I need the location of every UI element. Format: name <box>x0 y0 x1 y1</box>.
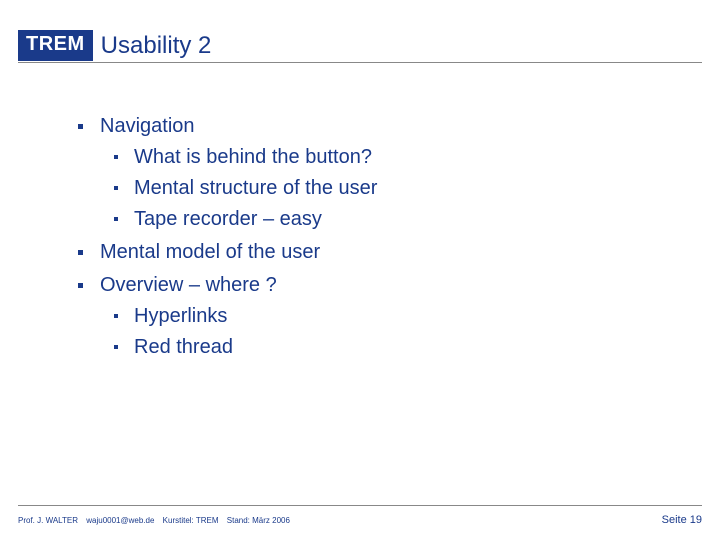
sub-list: Hyperlinks Red thread <box>100 302 660 362</box>
bullet-list: Navigation What is behind the button? Me… <box>70 112 660 362</box>
slide-title: Usability 2 <box>101 32 212 60</box>
footer-author: Prof. J. WALTER <box>18 516 78 525</box>
bullet-text: Hyperlinks <box>134 305 227 327</box>
list-item: What is behind the button? <box>100 143 660 172</box>
list-item: Tape recorder – easy <box>100 205 660 234</box>
list-item: Navigation What is behind the button? Me… <box>70 112 660 234</box>
footer-divider <box>18 505 702 506</box>
slide-header: TREM Usability 2 <box>18 30 211 61</box>
list-item: Mental structure of the user <box>100 174 660 203</box>
list-item: Mental model of the user <box>70 238 660 267</box>
list-item: Red thread <box>100 333 660 362</box>
slide: TREM Usability 2 Navigation What is behi… <box>0 0 720 540</box>
header-divider <box>18 62 702 63</box>
bullet-text: Red thread <box>134 336 233 358</box>
footer-email: waju0001@web.de <box>86 516 154 525</box>
footer-course: Kurstitel: TREM <box>163 516 219 525</box>
bullet-text: Mental model of the user <box>100 241 320 263</box>
list-item: Hyperlinks <box>100 302 660 331</box>
list-item: Overview – where ? Hyperlinks Red thread <box>70 271 660 362</box>
bullet-text: Navigation <box>100 115 195 137</box>
footer-date: Stand: März 2006 <box>227 516 290 525</box>
bullet-text: Tape recorder – easy <box>134 208 322 230</box>
bullet-text: Overview – where ? <box>100 274 277 296</box>
slide-footer: Prof. J. WALTER waju0001@web.de Kurstite… <box>18 514 702 526</box>
footer-left: Prof. J. WALTER waju0001@web.de Kurstite… <box>18 516 296 525</box>
slide-content: Navigation What is behind the button? Me… <box>70 112 660 366</box>
brand-badge: TREM <box>18 30 93 61</box>
footer-page: Seite 19 <box>662 514 702 526</box>
sub-list: What is behind the button? Mental struct… <box>100 143 660 234</box>
bullet-text: Mental structure of the user <box>134 177 377 199</box>
bullet-text: What is behind the button? <box>134 146 372 168</box>
